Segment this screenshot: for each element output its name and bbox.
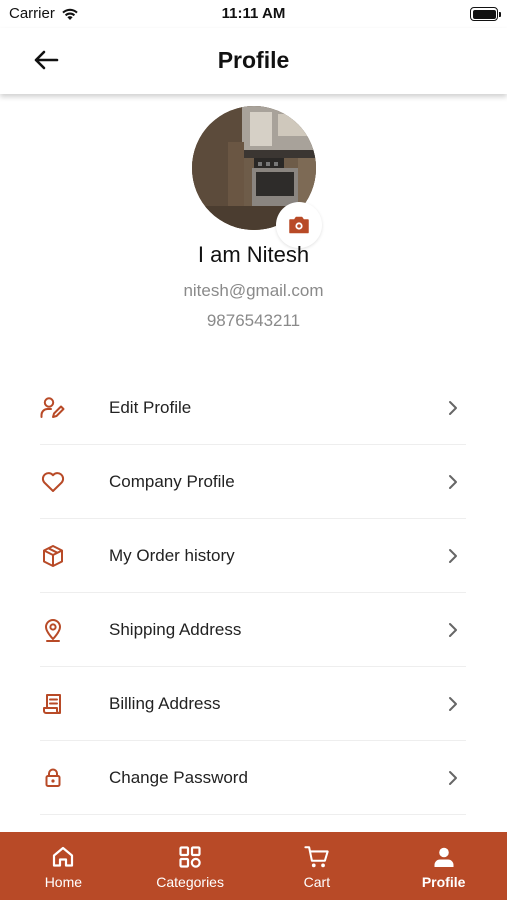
home-icon — [50, 844, 76, 870]
user-name: I am Nitesh — [197, 242, 310, 267]
menu-item-label: Shipping Address — [109, 620, 242, 639]
cart-icon — [304, 844, 330, 870]
edit-user-icon — [40, 395, 66, 421]
app-header: Profile — [0, 28, 507, 94]
bottom-nav: Home Categories Cart Profile — [0, 832, 507, 900]
menu-item-label: Edit Profile — [109, 398, 192, 417]
menu-item-label: Billing Address — [109, 694, 221, 713]
menu-item-billing-address[interactable]: Billing Address — [40, 667, 466, 741]
menu-item-label: Company Profile — [109, 472, 235, 491]
menu-item-shipping-address[interactable]: Shipping Address — [40, 593, 466, 667]
menu-item-change-password[interactable]: Change Password — [40, 741, 466, 815]
chevron-right-icon — [449, 771, 457, 785]
menu-item-edit-profile[interactable]: Edit Profile — [40, 371, 466, 445]
chevron-right-icon — [449, 475, 457, 489]
chevron-right-icon — [449, 697, 457, 711]
package-icon — [40, 543, 66, 569]
status-time: 11:11 AM — [221, 5, 286, 22]
location-pin-icon — [40, 617, 66, 643]
chevron-right-icon — [449, 549, 457, 563]
status-bar: Carrier 11:11 AM — [0, 0, 507, 28]
heart-icon — [40, 469, 66, 495]
chevron-right-icon — [449, 401, 457, 415]
chevron-right-icon — [449, 623, 457, 637]
menu-item-label: Change Password — [109, 768, 248, 787]
user-phone: 9876543211 — [206, 311, 301, 330]
battery-icon — [470, 7, 501, 21]
menu-item-label: My Order history — [109, 546, 235, 565]
profile-section: I am Nitesh nitesh@gmail.com 9876543211 — [0, 94, 507, 354]
user-email: nitesh@gmail.com — [183, 281, 324, 300]
nav-item-home[interactable]: Home — [0, 832, 127, 900]
page-title: Profile — [217, 47, 290, 73]
nav-label: Cart — [303, 874, 331, 890]
grid-icon — [177, 844, 203, 870]
menu-item-company-profile[interactable]: Company Profile — [40, 445, 466, 519]
nav-item-cart[interactable]: Cart — [254, 832, 381, 900]
nav-label: Home — [44, 874, 83, 890]
user-icon — [431, 844, 457, 870]
nav-label: Categories — [156, 874, 224, 890]
profile-menu: Edit Profile Company Profile My Order hi… — [40, 371, 466, 815]
nav-item-categories[interactable]: Categories — [127, 832, 254, 900]
lock-icon — [40, 765, 66, 791]
nav-label: Profile — [421, 874, 466, 890]
nav-item-profile[interactable]: Profile — [380, 832, 507, 900]
camera-icon — [289, 216, 309, 234]
receipt-icon — [40, 691, 66, 717]
menu-item-order-history[interactable]: My Order history — [40, 519, 466, 593]
